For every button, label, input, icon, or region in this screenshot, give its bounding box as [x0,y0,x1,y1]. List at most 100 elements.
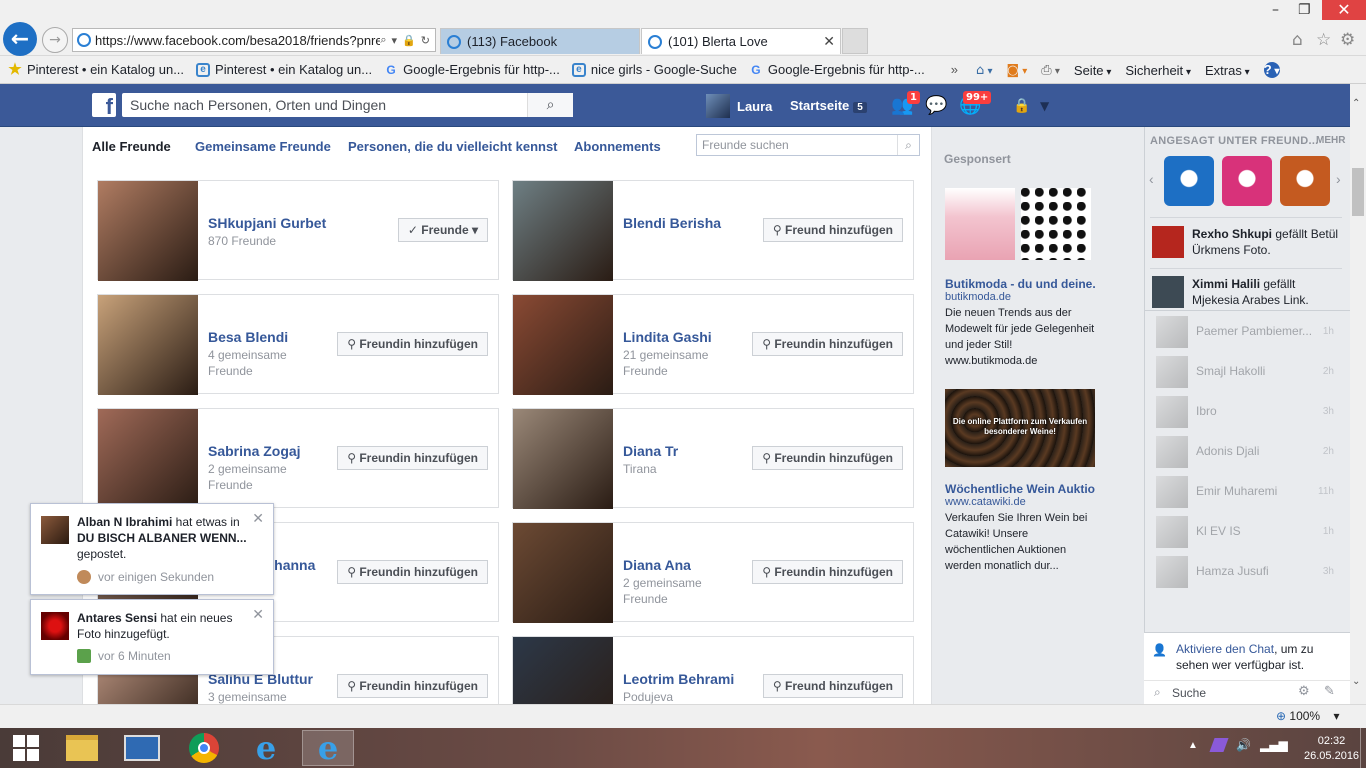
account-menu-chevron-icon[interactable]: ▼ [1040,99,1049,113]
chat-contact[interactable]: Emir Muharemi 11h [1150,474,1344,510]
lenovo-icon[interactable] [122,730,162,766]
add-friend-button[interactable]: ⚲ Freundin hinzufügen [337,560,488,584]
privacy-lock-icon[interactable]: 🔒 [1013,98,1030,114]
ad-image-dress-dots[interactable] [1021,188,1091,260]
close-tab-icon[interactable]: ✕ [823,33,835,50]
chevron-left-icon[interactable]: ‹ [1149,171,1154,187]
close-window-button[interactable]: ✕ [1322,0,1366,20]
dropdown-icon[interactable]: ▾ [392,34,398,47]
chat-contact[interactable]: Smajl Hakolli 2h [1150,354,1344,390]
game-icon-8ball[interactable] [1164,156,1214,206]
messages-icon[interactable]: 💬 [925,95,947,116]
scroll-up-arrow-icon[interactable]: ⌃ [1352,98,1360,109]
ticker-item[interactable]: Ximmi Halili gefällt Mjekesia Arabes Lin… [1150,276,1344,312]
ad-title[interactable]: Butikmoda - du und deine... [945,277,1095,291]
notification-popup[interactable]: Antares Sensi hat ein neues Foto hinzuge… [30,599,274,675]
search-icon[interactable]: ⌕ [527,93,573,117]
gear-icon[interactable]: ⚙ [1298,684,1310,699]
home-icon[interactable]: ⌂ [1292,30,1303,50]
notification-popup[interactable]: Alban N Ibrahimi hat etwas in DU BISCH A… [30,503,274,595]
home-icon[interactable]: ⌂ [976,63,992,78]
friend-photo[interactable] [513,181,613,281]
chevron-more-icon[interactable]: » [951,62,958,77]
minimize-button[interactable]: – [1272,2,1279,18]
scroll-thumb[interactable] [1352,168,1364,216]
game-icon-candy-crush[interactable] [1222,156,1272,206]
add-friend-button[interactable]: ⚲ Freundin hinzufügen [752,446,903,470]
activate-chat-link[interactable]: Aktiviere den Chat [1176,642,1274,656]
ad-domain[interactable]: butikmoda.de [945,291,1011,303]
ad-domain[interactable]: www.catawiki.de [945,496,1026,508]
tab-facebook[interactable]: (113) Facebook [440,28,640,54]
url-text[interactable]: https://www.facebook.com/besa2018/friend… [95,33,380,48]
tab-all-friends[interactable]: Alle Freunde [92,139,171,154]
friend-photo[interactable] [513,523,613,623]
scroll-down-arrow-icon[interactable]: ⌄ [1352,676,1360,687]
friends-status-button[interactable]: ✓ Freunde ▾ [397,218,488,242]
home-link[interactable]: Startseite 5 [790,98,867,113]
taskbar-clock[interactable]: 02:32 26.05.2016 [1304,734,1359,764]
file-explorer-icon[interactable] [62,730,102,766]
help-icon[interactable]: ? [1263,62,1280,78]
add-friend-button[interactable]: ⚲ Freundin hinzufügen [337,332,488,356]
lock-icon[interactable]: 🔒 [402,34,416,47]
add-friend-button[interactable]: ⚲ Freundin hinzufügen [337,674,488,698]
forward-button[interactable]: → [42,27,68,53]
globe-icon[interactable]: 🌐 99+ [959,91,992,116]
menu-sicherheit[interactable]: Sicherheit [1125,63,1191,78]
friend-photo[interactable] [98,181,198,281]
show-desktop-button[interactable] [1360,728,1366,768]
friend-name[interactable]: Diana Ana [623,557,691,573]
search-icon[interactable]: ⌕ [897,135,919,155]
add-friend-button[interactable]: ⚲ Freundin hinzufügen [752,560,903,584]
volume-icon[interactable]: 🔊 [1236,738,1251,752]
friend-photo[interactable] [98,295,198,395]
menu-seite[interactable]: Seite [1074,63,1111,78]
menu-extras[interactable]: Extras [1205,63,1250,78]
chrome-icon[interactable] [184,730,224,766]
chat-contact[interactable]: Paemer Pambiemer... 1h [1150,314,1344,350]
close-icon[interactable]: ✕ [252,511,264,527]
tab-subscriptions[interactable]: Abonnements [574,139,661,154]
chat-contact[interactable]: Hamza Jusufi 3h [1150,554,1344,590]
friend-name[interactable]: Diana Tr [623,443,678,459]
friend-name[interactable]: Sabrina Zogaj [208,443,301,459]
chat-search-input[interactable]: ⌕ Suche ⚙ ✎ [1144,680,1350,704]
zoom-control[interactable]: ⊕ 100% ▾ [1276,709,1339,723]
network-icon[interactable]: ▂▄▆ [1260,738,1288,752]
ticker-item[interactable]: Rexho Shkupi gefällt Betül Ürkmens Foto. [1150,226,1344,262]
compose-icon[interactable]: ✎ [1324,684,1335,699]
friend-name[interactable]: Blendi Berisha [623,215,721,231]
friend-name[interactable]: Leotrim Behrami [623,671,734,687]
refresh-icon[interactable]: ↻ [421,34,430,47]
favorite-item[interactable]: G Google-Ergebnis für http-... [749,62,924,77]
fb-search-input[interactable]: Suche nach Personen, Orten und Dingen ⌕ [122,93,573,117]
maximize-button[interactable]: ❐ [1298,2,1311,18]
game-icon-character[interactable] [1280,156,1330,206]
friend-search-input[interactable]: Freunde suchen ⌕ [696,134,920,156]
chat-contact[interactable]: Adonis Djali 2h [1150,434,1344,470]
favorite-item[interactable]: e Pinterest • ein Katalog un... [196,62,372,77]
chat-contact[interactable]: Kl EV IS 1h [1150,514,1344,550]
gear-icon[interactable]: ⚙ [1340,30,1355,50]
friend-photo[interactable] [98,409,198,509]
rss-icon[interactable]: ◙ [1006,63,1027,78]
new-tab-button[interactable] [842,28,868,54]
ad-title[interactable]: Wöchentliche Wein Auktio... [945,482,1095,496]
ad-image-wine[interactable]: Die online Plattform zum Verkaufen beson… [945,389,1095,467]
back-button[interactable]: ← [3,22,37,56]
chevron-right-icon[interactable]: › [1336,171,1341,187]
chat-contact[interactable]: Ibro 3h [1150,394,1344,430]
favorite-item[interactable]: e nice girls - Google-Suche [571,62,737,77]
profile-link[interactable]: Laura [706,94,772,118]
friend-requests-icon[interactable]: 👥 1 [891,91,920,116]
tab-people-you-may-know[interactable]: Personen, die du vielleicht kennst [348,139,558,154]
ad-image-dress-pink[interactable] [945,188,1015,260]
close-icon[interactable]: ✕ [252,607,264,623]
favorite-item[interactable]: ★ Pinterest • ein Katalog un... [8,62,184,78]
favorite-item[interactable]: G Google-Ergebnis für http-... [384,62,559,77]
friend-photo[interactable] [513,409,613,509]
tab-mutual-friends[interactable]: Gemeinsame Freunde [195,139,331,154]
ie-icon[interactable]: e [246,729,286,767]
search-icon[interactable]: ⌕ [380,33,386,47]
